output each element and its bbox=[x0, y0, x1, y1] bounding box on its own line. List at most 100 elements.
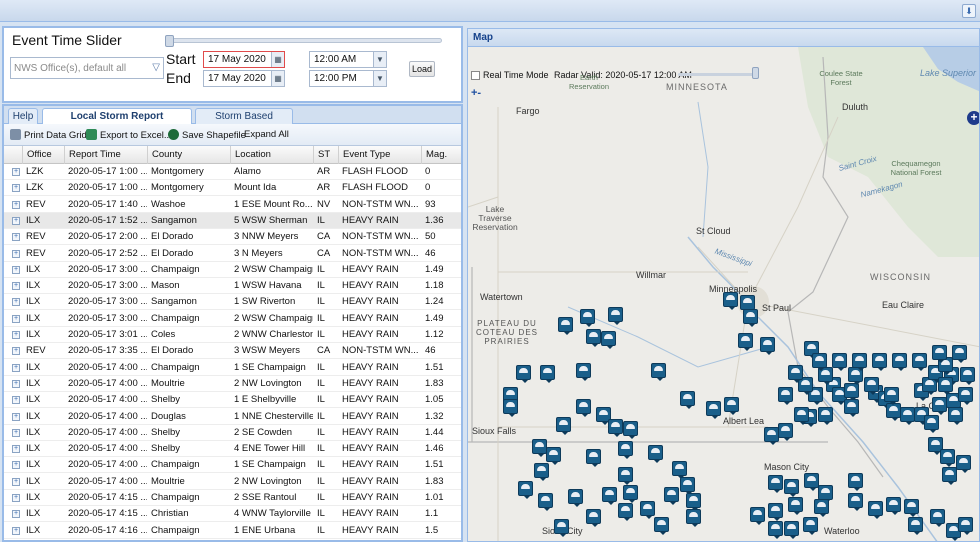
storm-report-marker-icon[interactable] bbox=[760, 337, 775, 355]
storm-report-marker-icon[interactable] bbox=[952, 345, 967, 363]
expand-row-icon[interactable]: + bbox=[12, 494, 20, 502]
expand-row-icon[interactable]: + bbox=[12, 379, 20, 388]
storm-report-marker-icon[interactable] bbox=[618, 467, 633, 485]
storm-report-marker-icon[interactable] bbox=[803, 517, 818, 535]
storm-report-marker-icon[interactable] bbox=[540, 365, 555, 383]
save-shapefile-button[interactable]: Save Shapefile bbox=[168, 129, 246, 141]
storm-report-marker-icon[interactable] bbox=[623, 421, 638, 439]
expand-row-icon[interactable]: + bbox=[12, 396, 20, 405]
table-row[interactable]: + ILX 2020-05-17 3:00 ... Champaign 2 WSW Ch… bbox=[4, 262, 461, 278]
storm-report-marker-icon[interactable] bbox=[576, 399, 591, 417]
storm-report-marker-icon[interactable] bbox=[623, 485, 638, 503]
table-row[interactable]: + REV 2020-05-17 2:00 ... El Dorado 3 NNW Me… bbox=[4, 229, 461, 246]
storm-report-marker-icon[interactable] bbox=[706, 401, 721, 419]
table-row[interactable]: + ILX 2020-05-17 4:15 ... Champaign 2 SSE Ra… bbox=[4, 490, 461, 506]
expand-row-icon[interactable]: + bbox=[12, 314, 20, 323]
storm-report-marker-icon[interactable] bbox=[884, 387, 899, 405]
table-row[interactable]: + REV 2020-05-17 2:52 ... El Dorado 3 N Meye… bbox=[4, 246, 461, 262]
calendar-icon[interactable]: ▦ bbox=[271, 71, 284, 86]
table-row[interactable]: + ILX 2020-05-17 3:00 ... Champaign 2 WSW Ch… bbox=[4, 311, 461, 327]
storm-report-marker-icon[interactable] bbox=[556, 417, 571, 435]
expand-row-icon[interactable]: + bbox=[12, 282, 20, 291]
storm-report-marker-icon[interactable] bbox=[788, 365, 803, 383]
tab-local-storm-report[interactable]: Local Storm Report Information bbox=[42, 108, 192, 137]
storm-report-marker-icon[interactable] bbox=[750, 507, 765, 525]
storm-report-marker-icon[interactable] bbox=[924, 415, 939, 433]
storm-report-marker-icon[interactable] bbox=[942, 467, 957, 485]
column-header[interactable]: Report Time bbox=[64, 146, 147, 164]
storm-report-marker-icon[interactable] bbox=[740, 295, 755, 313]
expand-row-icon[interactable]: + bbox=[12, 510, 20, 519]
tab-help[interactable]: Help bbox=[8, 108, 38, 124]
storm-report-marker-icon[interactable] bbox=[768, 521, 783, 539]
storm-report-marker-icon[interactable] bbox=[743, 309, 758, 327]
expand-row-icon[interactable]: + bbox=[12, 216, 20, 225]
storm-report-marker-icon[interactable] bbox=[784, 521, 799, 539]
storm-report-marker-icon[interactable] bbox=[932, 397, 947, 415]
expand-row-icon[interactable]: + bbox=[12, 363, 20, 372]
storm-report-marker-icon[interactable] bbox=[768, 475, 783, 493]
add-layer-icon[interactable]: + bbox=[967, 111, 979, 125]
tab-storm-based-warnings[interactable]: Storm Based Warnings bbox=[195, 108, 293, 137]
table-row[interactable]: + ILX 2020-05-17 4:00 ... Douglas 1 NNE Ches… bbox=[4, 409, 461, 425]
expand-row-icon[interactable]: + bbox=[12, 526, 20, 535]
calendar-icon[interactable]: ▦ bbox=[271, 52, 284, 67]
table-row[interactable]: + REV 2020-05-17 1:40 ... Washoe 1 ESE Mount… bbox=[4, 197, 461, 213]
expand-row-icon[interactable]: + bbox=[12, 428, 20, 437]
expand-row-icon[interactable]: + bbox=[12, 331, 20, 339]
storm-report-marker-icon[interactable] bbox=[738, 333, 753, 351]
realtime-checkbox[interactable] bbox=[471, 71, 480, 80]
table-row[interactable]: + ILX 2020-05-17 4:00 ... Shelby 2 SE Cowden… bbox=[4, 425, 461, 441]
storm-report-marker-icon[interactable] bbox=[580, 309, 595, 327]
storm-report-marker-icon[interactable] bbox=[794, 407, 809, 425]
storm-report-marker-icon[interactable] bbox=[832, 353, 847, 371]
table-row[interactable]: + ILX 2020-05-17 4:00 ... Moultrie 2 NW Lovi… bbox=[4, 376, 461, 392]
storm-report-marker-icon[interactable] bbox=[608, 307, 623, 325]
chevron-down-icon[interactable]: ▽ bbox=[152, 62, 160, 73]
column-header[interactable]: Location bbox=[230, 146, 313, 164]
column-header[interactable]: Mag. bbox=[421, 146, 461, 164]
table-row[interactable]: + ILX 2020-05-17 4:00 ... Shelby 4 ENE Tower… bbox=[4, 441, 461, 458]
nws-office-input[interactable]: NWS Office(s), default all ▽ bbox=[10, 57, 164, 79]
storm-report-marker-icon[interactable] bbox=[768, 503, 783, 521]
storm-report-marker-icon[interactable] bbox=[538, 493, 553, 511]
storm-report-marker-icon[interactable] bbox=[940, 449, 955, 467]
storm-report-marker-icon[interactable] bbox=[664, 487, 679, 505]
storm-report-marker-icon[interactable] bbox=[554, 519, 569, 537]
storm-report-marker-icon[interactable] bbox=[503, 399, 518, 417]
storm-report-marker-icon[interactable] bbox=[532, 439, 547, 457]
storm-report-marker-icon[interactable] bbox=[608, 419, 623, 437]
table-row[interactable]: + ILX 2020-05-17 4:15 ... Christian 4 WNW Ta… bbox=[4, 506, 461, 523]
expand-all-button[interactable]: Expand All bbox=[244, 129, 289, 140]
storm-report-marker-icon[interactable] bbox=[812, 353, 827, 371]
storm-report-marker-icon[interactable] bbox=[640, 501, 655, 519]
start-date-field[interactable]: 17 May 2020 ▦ bbox=[203, 51, 285, 68]
expand-row-icon[interactable]: + bbox=[12, 298, 20, 307]
storm-report-marker-icon[interactable] bbox=[818, 485, 833, 503]
column-header[interactable]: Office bbox=[22, 146, 64, 164]
column-header[interactable]: ST bbox=[313, 146, 338, 164]
storm-report-marker-icon[interactable] bbox=[930, 509, 945, 527]
expand-row-icon[interactable]: + bbox=[12, 461, 20, 470]
storm-report-marker-icon[interactable] bbox=[680, 391, 695, 409]
start-time-select[interactable]: 12:00 AM ▼ bbox=[309, 51, 387, 68]
storm-report-marker-icon[interactable] bbox=[586, 329, 601, 347]
table-row[interactable]: + LZK 2020-05-17 1:00 ... Montgomery Alamo AR… bbox=[4, 164, 461, 180]
storm-report-marker-icon[interactable] bbox=[534, 463, 549, 481]
storm-report-marker-icon[interactable] bbox=[686, 493, 701, 511]
storm-report-marker-icon[interactable] bbox=[868, 501, 883, 519]
storm-report-marker-icon[interactable] bbox=[886, 403, 901, 421]
chevron-down-icon[interactable]: ▼ bbox=[373, 52, 386, 67]
storm-report-marker-icon[interactable] bbox=[648, 445, 663, 463]
expand-row-icon[interactable]: + bbox=[12, 233, 20, 242]
expand-row-icon[interactable]: + bbox=[12, 445, 20, 454]
print-grid-button[interactable]: Print Data Grid bbox=[10, 129, 87, 141]
storm-report-marker-icon[interactable] bbox=[852, 353, 867, 371]
storm-report-marker-icon[interactable] bbox=[956, 455, 971, 473]
storm-report-marker-icon[interactable] bbox=[958, 387, 973, 405]
storm-report-marker-icon[interactable] bbox=[724, 397, 739, 415]
table-row[interactable]: + REV 2020-05-17 3:35 ... El Dorado 3 WSW Me… bbox=[4, 343, 461, 360]
storm-report-marker-icon[interactable] bbox=[516, 365, 531, 383]
end-date-field[interactable]: 17 May 2020 ▦ bbox=[203, 70, 285, 87]
storm-report-marker-icon[interactable] bbox=[844, 399, 859, 417]
